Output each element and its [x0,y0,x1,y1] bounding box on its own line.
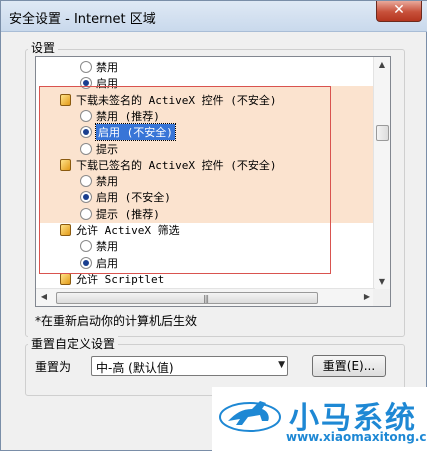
scroll-up-arrow[interactable]: ▲ [374,57,390,73]
reset-group-label: 重置自定义设置 [28,335,119,352]
radio-option-label: 禁用 [96,61,118,74]
reset-to-label: 重置为 [35,360,72,374]
scroll-down-arrow[interactable]: ▼ [374,274,390,290]
restart-note: *在重新启动你的计算机后生效 [35,314,198,328]
reset-level-select[interactable]: 中-高 (默认值) ▼ [91,356,288,376]
watermark: 小马系统 www.xiaomaxitong.com [212,387,427,451]
radio-option[interactable]: 禁用 [36,59,371,75]
close-icon: ✕ [393,2,405,18]
title-bar[interactable]: 安全设置 - Internet 区域 ✕ [1,1,427,32]
close-button[interactable]: ✕ [376,1,422,22]
security-settings-window: 安全设置 - Internet 区域 ✕ 设置 禁用 启用 下载未签名的 Activ… [0,0,427,451]
window-title: 安全设置 - Internet 区域 [9,12,156,27]
settings-group-label: 设置 [28,39,59,56]
scroll-corner [373,289,390,306]
chevron-down-icon: ▼ [278,360,285,370]
vertical-scroll-thumb[interactable] [376,125,389,141]
vertical-scrollbar[interactable]: ▲ ▼ [373,57,390,290]
horizontal-scrollbar[interactable]: ◀ ||| ▶ [36,288,375,306]
settings-list[interactable]: 禁用 启用 下载未签名的 ActiveX 控件 (不安全) 禁用 (推荐) 启用 (不安… [35,56,391,307]
setting-icon [60,272,71,285]
annotation-red-box [39,86,331,274]
horse-logo-icon [219,401,281,432]
radio-button[interactable] [80,61,92,73]
scroll-left-arrow[interactable]: ◀ [36,289,52,305]
reset-button[interactable]: 重置(E)... [312,355,386,377]
watermark-url: www.xiaomaxitong.com [286,430,427,444]
horizontal-scroll-thumb[interactable]: ||| [56,292,318,304]
reset-level-value: 中-高 (默认值) [96,361,174,375]
